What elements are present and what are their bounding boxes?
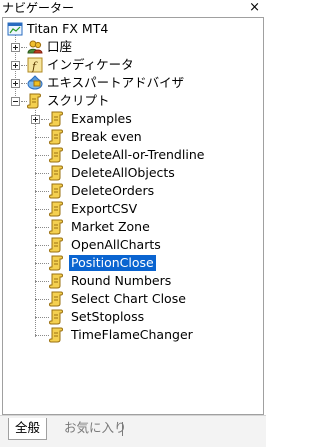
expand-icon[interactable] xyxy=(11,43,20,52)
close-icon[interactable]: × xyxy=(249,0,260,15)
script-icon xyxy=(49,273,63,289)
expand-icon[interactable] xyxy=(31,115,40,124)
tree-node-label: 口座 xyxy=(47,39,73,54)
script-label: Market Zone xyxy=(71,219,150,234)
script-label: Break even xyxy=(71,129,142,144)
script-label: Select Chart Close xyxy=(71,291,186,306)
tree-node-label: スクリプト xyxy=(47,93,110,108)
navigator-titlebar: ナビゲーター × xyxy=(0,0,266,17)
tab-divider xyxy=(122,422,123,436)
expand-icon[interactable] xyxy=(11,79,20,88)
expand-icon[interactable] xyxy=(11,61,20,70)
script-item[interactable]: DeleteAllObjects xyxy=(3,164,263,182)
tab-all[interactable]: 全般 xyxy=(8,418,48,440)
indicators-icon: f xyxy=(27,57,43,73)
script-icon xyxy=(49,111,63,127)
tree-node-indicators[interactable]: f インディケータ xyxy=(3,56,263,74)
script-label: Round Numbers xyxy=(71,273,172,288)
script-icon xyxy=(49,201,63,217)
tree-node-label: エキスパートアドバイザ xyxy=(47,75,185,90)
script-icon xyxy=(49,183,63,199)
script-label: DeleteAll-or-Trendline xyxy=(71,147,205,162)
terminal-icon xyxy=(7,22,23,36)
script-label: OpenAllCharts xyxy=(71,237,161,252)
script-icon xyxy=(49,291,63,307)
expert-advisors-icon xyxy=(27,75,43,90)
script-item[interactable]: Market Zone xyxy=(3,218,263,236)
script-icon xyxy=(49,309,63,325)
script-icon xyxy=(49,237,63,253)
script-item[interactable]: ExportCSV xyxy=(3,200,263,218)
script-icon xyxy=(49,219,63,235)
script-item[interactable]: TimeFlameChanger xyxy=(3,326,263,344)
tree-node-scripts[interactable]: スクリプト xyxy=(3,92,263,110)
collapse-icon[interactable] xyxy=(11,97,20,106)
script-item[interactable]: DeleteOrders xyxy=(3,182,263,200)
script-item[interactable]: OpenAllCharts xyxy=(3,236,263,254)
script-label: DeleteAllObjects xyxy=(71,165,175,180)
tree-root-label: Titan FX MT4 xyxy=(27,21,109,36)
script-label: ExportCSV xyxy=(71,201,138,216)
tree-root[interactable]: Titan FX MT4 xyxy=(3,20,263,38)
script-label: PositionClose xyxy=(69,255,156,271)
window-title: ナビゲーター xyxy=(2,1,75,15)
navigator-tabs: 全般 お気に入り xyxy=(0,415,266,447)
script-item[interactable]: Select Chart Close xyxy=(3,290,263,308)
script-item[interactable]: DeleteAll-or-Trendline xyxy=(3,146,263,164)
script-icon xyxy=(49,165,63,181)
script-icon xyxy=(49,129,63,145)
script-label: TimeFlameChanger xyxy=(71,327,193,342)
accounts-icon xyxy=(27,40,43,54)
navigator-tree: Titan FX MT4 口座 f インディケータ エキスパートアドバイザ スク… xyxy=(2,17,264,415)
script-icon xyxy=(49,255,63,271)
script-label: SetStoploss xyxy=(71,309,145,324)
script-icon xyxy=(49,147,63,163)
script-item[interactable]: SetStoploss xyxy=(3,308,263,326)
script-item-examples[interactable]: Examples xyxy=(3,110,263,128)
script-label: Examples xyxy=(71,111,132,126)
tree-node-expert-advisors[interactable]: エキスパートアドバイザ xyxy=(3,74,263,92)
script-item[interactable]: Round Numbers xyxy=(3,272,263,290)
tree-node-label: インディケータ xyxy=(47,57,134,72)
script-item-selected[interactable]: PositionClose xyxy=(3,254,263,272)
script-icon xyxy=(49,327,63,343)
scripts-icon xyxy=(27,93,41,109)
script-label: DeleteOrders xyxy=(71,183,155,198)
tree-node-accounts[interactable]: 口座 xyxy=(3,38,263,56)
script-item[interactable]: Break even xyxy=(3,128,263,146)
